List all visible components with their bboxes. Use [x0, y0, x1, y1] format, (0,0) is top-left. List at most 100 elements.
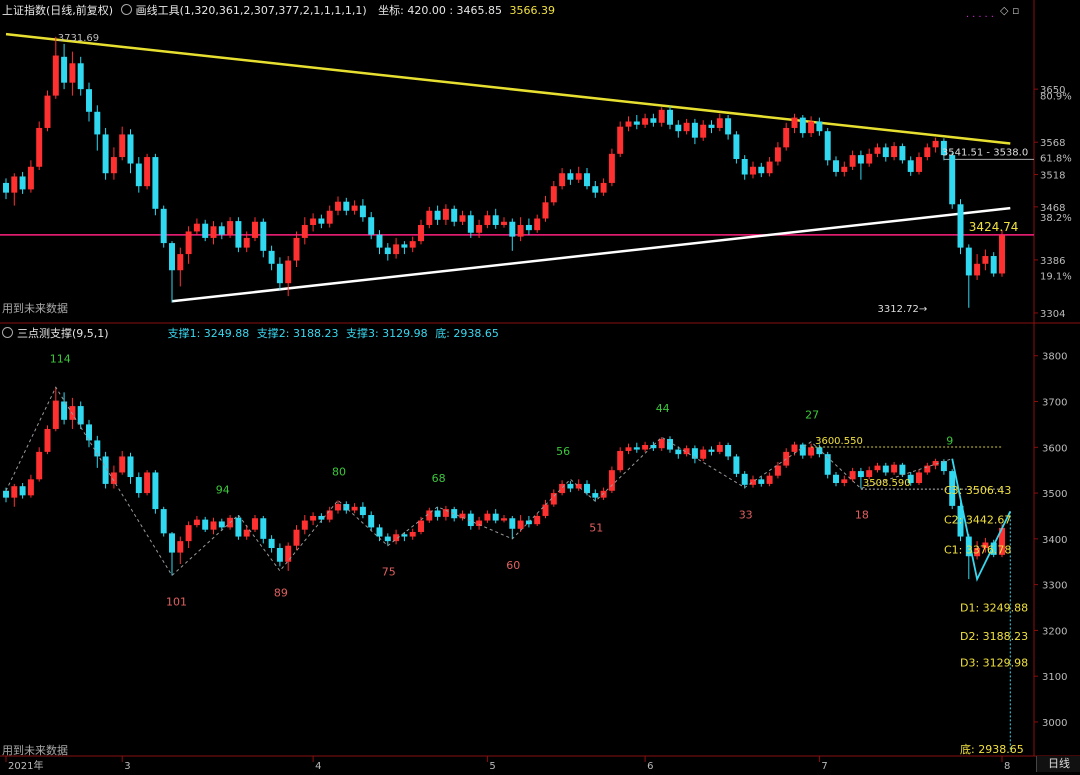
sub-candle-body: [36, 451, 43, 480]
main-candle-body: [127, 134, 134, 164]
sub-indicator[interactable]: 三点测支撑(9,5,1): [2, 327, 113, 340]
indicator-icon: [2, 327, 13, 338]
sub-candle-body: [27, 479, 34, 496]
main-candle-body: [534, 218, 541, 231]
period-tab-daily[interactable]: 日线: [1036, 756, 1080, 772]
window-controls[interactable]: ◇ ▫: [1000, 4, 1019, 17]
fib-pct-label: 80.9%: [1040, 92, 1072, 103]
main-candle-body: [608, 153, 615, 183]
main-candle-body: [476, 224, 483, 233]
sub-candle-body: [235, 517, 242, 537]
main-candle-body: [169, 243, 175, 271]
main-candle-body: [559, 173, 566, 187]
count-bottom-label: 89: [274, 586, 288, 599]
main-candle-body: [260, 221, 267, 251]
main-candle-body: [592, 186, 599, 193]
main-candle-body: [119, 134, 126, 158]
main-candle-body: [252, 221, 258, 238]
main-candle-body: [301, 224, 308, 238]
sub-candle-body: [351, 506, 358, 511]
main-candle-body: [343, 201, 350, 211]
sub-candle-body: [243, 529, 250, 537]
main-candle-body: [235, 221, 242, 248]
main-candle-body: [86, 89, 92, 112]
draw-tool-label[interactable]: 画线工具(1,320,361,2,307,377,2,1,1,1,1,1): [120, 4, 371, 17]
main-candle-body: [584, 173, 590, 187]
sub-header: 三点测支撑(9,5,1) 支撑1: 3249.88 支撑2: 3188.23 支…: [2, 325, 503, 343]
main-candle-body: [725, 118, 732, 135]
sub-candle-body: [882, 465, 889, 473]
sub-candle-body: [633, 447, 640, 450]
sub-candle-body: [434, 510, 441, 517]
sub-candle-body: [310, 515, 317, 521]
main-candle-body: [276, 263, 283, 284]
main-candle-body: [144, 157, 151, 187]
sub-candle-body: [916, 472, 922, 483]
main-candle-body: [949, 155, 956, 205]
d-level-label: D1: 3249.88: [960, 602, 1028, 615]
main-candle-body: [501, 221, 507, 225]
band-label: 3541.51 - 3538.0: [942, 147, 1028, 158]
x-axis-label: 6: [647, 761, 653, 772]
main-candle-body: [442, 208, 449, 220]
main-candle-body: [774, 147, 781, 162]
sub-candle-body: [509, 518, 516, 529]
main-candle-body: [492, 215, 499, 225]
sub-candle-body: [675, 449, 682, 455]
current-level-label: 3424.74: [969, 220, 1019, 234]
main-candle-body: [783, 127, 790, 148]
level-3508-label: 3508.590: [863, 478, 911, 489]
background: [0, 0, 1080, 772]
x-axis-label: 7: [821, 761, 827, 772]
main-candle-body: [799, 117, 806, 134]
sub-candle-body: [293, 529, 300, 546]
c-level-label: C3: 3506.43: [944, 484, 1011, 497]
sub-candle-body: [260, 518, 267, 539]
main-candle-body: [575, 173, 582, 180]
main-candle-body: [667, 109, 673, 125]
sub-candle-body: [409, 531, 416, 537]
main-candle-body: [633, 121, 640, 125]
sub-candle-body: [766, 475, 773, 484]
main-candle-body: [467, 215, 474, 233]
sub-candle-body: [874, 465, 881, 471]
sub-candle-body: [301, 520, 308, 530]
sub-candle-body: [52, 400, 59, 429]
sub-candle-body: [218, 521, 225, 528]
main-candle-body: [193, 223, 200, 232]
sub-candle-body: [924, 465, 931, 473]
main-axis-tick: 3386: [1040, 256, 1065, 267]
fib-pct-label: 38.2%: [1040, 213, 1072, 224]
sub-axis-tick: 3600: [1042, 443, 1067, 454]
main-candle-body: [359, 205, 366, 218]
count-bottom-label: 75: [382, 566, 396, 579]
main-candle-body: [318, 218, 325, 224]
main-candle-body: [625, 121, 632, 127]
sub-candle-body: [534, 515, 541, 525]
sub-candle-body: [866, 470, 873, 478]
sub-candle-body: [451, 509, 458, 519]
index-name[interactable]: 上证指数(日线,前复权): [2, 4, 113, 17]
main-candle-body: [160, 208, 167, 244]
support2-label: 支撑2: 3188.23: [256, 327, 339, 340]
support3-label: 支撑3: 3129.98: [345, 327, 428, 340]
fib-pct-label: 19.1%: [1040, 271, 1072, 282]
main-candle-body: [135, 163, 142, 187]
main-candle-body: [335, 201, 341, 211]
sub-axis-tick: 3300: [1042, 581, 1067, 592]
sub-candle-body: [791, 444, 798, 452]
d-level-label: D3: 3129.98: [960, 656, 1028, 669]
main-candle-body: [36, 127, 43, 167]
main-candle-body: [750, 166, 756, 175]
main-candle-body: [52, 55, 59, 96]
main-candle-body: [824, 131, 831, 161]
sub-axis-tick: 3700: [1042, 398, 1067, 409]
sub-candle-body: [816, 447, 823, 455]
sub-candle-body: [741, 473, 748, 485]
main-candle-body: [550, 186, 557, 203]
indicator-name: 三点测支撑(9,5,1): [17, 327, 109, 340]
sub-candle-body: [559, 483, 566, 494]
bottom-level-label: 底: 2938.65: [960, 742, 1024, 756]
main-axis-tick: 3304: [1040, 309, 1065, 320]
sub-candle-body: [3, 490, 9, 498]
